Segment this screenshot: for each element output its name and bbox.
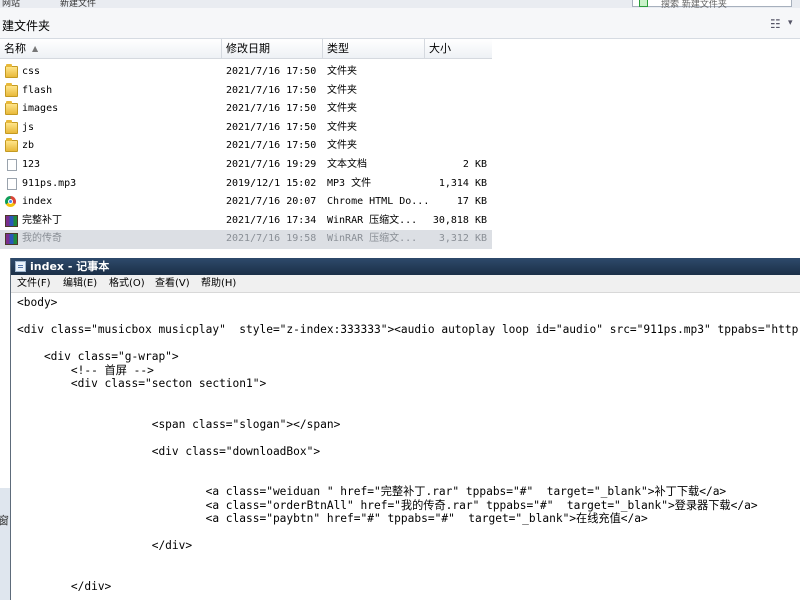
file-size: 2 KB (462, 159, 487, 170)
code-line: <div class="downloadBox"> (17, 444, 321, 458)
file-type: 文件夹 (327, 66, 357, 77)
file-row[interactable]: flash 2021/7/16 17:50 文件夹 (0, 82, 492, 101)
column-date-label: 修改日期 (226, 42, 270, 55)
code-line: </div> (17, 579, 112, 593)
file-row[interactable]: index 2021/7/16 20:07 Chrome HTML Do... 17 … (0, 193, 492, 212)
file-type: 文件夹 (327, 140, 357, 152)
file-row[interactable]: 完整补丁 2021/7/16 17:34 WinRAR 压缩文... 30,818 K… (0, 212, 492, 231)
file-type: 文件夹 (327, 84, 357, 96)
column-size-label: 大小 (429, 42, 451, 55)
file-name: zb (22, 140, 35, 152)
column-type-label: 类型 (327, 42, 349, 55)
file-size: 30,818 KB (432, 214, 487, 226)
sort-asc-icon: ▲ (32, 44, 39, 53)
chrome-icon (5, 196, 16, 208)
file-row[interactable]: 我的传奇 2021/7/16 19:58 WinRAR 压缩文... 3,312 KB (0, 230, 492, 249)
text-file-icon (7, 159, 17, 171)
folder-icon (5, 101, 18, 116)
file-name: 完整补丁 (22, 214, 62, 226)
column-type[interactable]: 类型 (323, 39, 425, 58)
folder-title: 建文件夹 (2, 19, 51, 33)
file-name: 我的传奇 (22, 233, 62, 245)
file-type: 文本文档 (327, 159, 367, 170)
code-line: <body> (17, 296, 58, 309)
notepad-title-bar[interactable]: index - 记事本 (11, 258, 800, 275)
file-size: 17 KB (456, 196, 487, 208)
file-name: css (22, 66, 41, 77)
folder-icon (5, 82, 18, 97)
code-line: </div> (17, 539, 193, 552)
menu-edit[interactable]: 编辑(E) (63, 275, 97, 292)
file-name: js (22, 121, 35, 133)
file-row[interactable]: css 2021/7/16 17:50 文件夹 (0, 63, 492, 82)
column-date[interactable]: 修改日期 (222, 39, 323, 58)
column-name[interactable]: 名称 ▲ (0, 39, 222, 58)
menu-file[interactable]: 文件(F) (17, 275, 51, 292)
file-date: 2021/7/16 19:29 (226, 159, 317, 170)
winrar-icon (5, 233, 18, 246)
file-type: 文件夹 (327, 121, 357, 133)
code-line: <span class="slogan"></span> (17, 417, 341, 431)
folder-icon (5, 119, 18, 134)
file-row[interactable]: 123 2021/7/16 19:29 文本文档 2 KB (0, 156, 492, 175)
file-row[interactable]: 911ps.mp3 2019/12/1 15:02 MP3 文件 1,314 KB (0, 175, 492, 194)
chevron-down-icon[interactable]: ▾ (788, 18, 793, 28)
file-date: 2021/7/16 20:07 (226, 196, 317, 208)
left-edge-glyph: 窗 (0, 514, 9, 527)
file-row[interactable]: zb 2021/7/16 17:50 文件夹 (0, 137, 492, 156)
file-name: index (22, 196, 53, 208)
folder-icon (5, 64, 18, 78)
menu-help[interactable]: 帮助(H) (201, 275, 236, 292)
file-date: 2021/7/16 17:50 (226, 66, 317, 77)
code-line: <a class="paybtn" href="#" tppabs="#" ta… (17, 512, 648, 525)
file-date: 2021/7/16 17:34 (226, 214, 317, 226)
code-line: <div class="secton section1"> (17, 377, 267, 390)
file-date: 2021/7/16 17:50 (226, 140, 317, 152)
code-line: <!-- 首屏 --> (17, 363, 154, 377)
view-options-icon[interactable]: ☷ (770, 18, 784, 30)
column-header: 名称 ▲ 修改日期 类型 大小 (0, 39, 492, 59)
folder-icon (5, 138, 18, 153)
file-type: 文件夹 (327, 103, 357, 115)
code-line: <div class="musicbox musicplay" style="z… (17, 323, 799, 336)
column-size[interactable]: 大小 (425, 39, 492, 58)
notepad-icon (15, 261, 26, 272)
notepad-title: index - 记事本 (30, 260, 110, 273)
notepad-menu-bar: 文件(F) 编辑(E) 格式(O) 查看(V) 帮助(H) (11, 275, 800, 293)
file-name: images (22, 103, 59, 115)
blank-file-icon (7, 177, 17, 190)
file-date: 2021/7/16 17:50 (226, 121, 317, 133)
file-date: 2019/12/1 15:02 (226, 177, 317, 189)
notepad-text-area[interactable]: <body> <div class="musicbox musicplay" st… (11, 293, 800, 600)
menu-view[interactable]: 查看(V) (155, 275, 190, 292)
file-row[interactable]: js 2021/7/16 17:50 文件夹 (0, 119, 492, 138)
menu-format[interactable]: 格式(O) (109, 275, 145, 292)
file-type: WinRAR 压缩文... (327, 214, 418, 226)
file-row[interactable]: images 2021/7/16 17:50 文件夹 (0, 100, 492, 119)
file-name: 123 (22, 159, 41, 170)
code-line: <div class="g-wrap"> (17, 350, 179, 363)
file-size: 3,312 KB (438, 233, 487, 245)
winrar-icon (5, 214, 18, 227)
code-line: <a class="orderBtnAll" href="我的传奇.rar" t… (17, 498, 758, 512)
code-line: <a class="weiduan " href="完整补丁.rar" tppa… (17, 485, 727, 498)
file-date: 2021/7/16 17:50 (226, 103, 317, 115)
file-type: WinRAR 压缩文... (327, 233, 418, 245)
search-input[interactable]: 搜索 新建文件夹 (632, 0, 792, 10)
file-date: 2021/7/16 17:50 (226, 84, 317, 96)
notepad-window: index - 记事本 文件(F) 编辑(E) 格式(O) 查看(V) 帮助(H… (10, 258, 800, 600)
file-name: flash (22, 84, 53, 96)
file-type: Chrome HTML Do... (327, 196, 430, 208)
file-type: MP3 文件 (327, 177, 372, 189)
file-name: 911ps.mp3 (22, 177, 77, 189)
file-date: 2021/7/16 19:58 (226, 233, 317, 245)
search-icon (639, 0, 648, 7)
title-bar: 建文件夹 ☷ ▾ (0, 8, 800, 39)
column-name-label: 名称 (4, 42, 26, 55)
file-size: 1,314 KB (438, 177, 487, 189)
